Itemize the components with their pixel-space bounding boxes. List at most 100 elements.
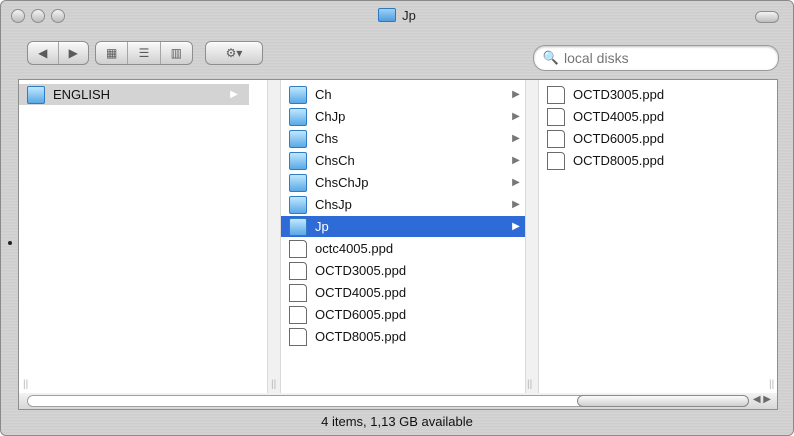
item-label: ChJp <box>315 109 346 124</box>
folder-icon <box>27 85 45 104</box>
folder-icon <box>289 85 307 104</box>
folder-item[interactable]: ChsJp ▶ <box>281 194 531 215</box>
column-divider[interactable] <box>267 80 281 394</box>
search-icon: 🔍 <box>542 50 560 65</box>
folder-item[interactable]: Jp ▶ <box>281 216 531 237</box>
disclosure-triangle-icon: ▶ <box>512 89 520 100</box>
folder-item[interactable]: ChJp ▶ <box>281 106 531 127</box>
file-item[interactable]: OCTD8005.ppd <box>281 326 531 347</box>
document-icon <box>289 305 307 324</box>
forward-button[interactable]: ▶ <box>59 42 89 64</box>
scroll-thumb[interactable] <box>577 395 749 407</box>
disclosure-triangle-icon: ▶ <box>512 177 520 188</box>
column-resize-handle[interactable]: || <box>769 379 774 390</box>
action-menu-button[interactable]: ⚙▾ <box>205 41 263 65</box>
scroll-arrows[interactable]: ◀ ▶ <box>753 394 771 405</box>
column-divider[interactable] <box>525 80 539 394</box>
item-label: ChsCh <box>315 153 355 168</box>
disclosure-triangle-icon: ▶ <box>512 221 520 232</box>
folder-icon <box>289 195 307 214</box>
folder-icon <box>289 217 307 236</box>
forward-arrow-icon: ▶ <box>68 46 78 60</box>
document-icon <box>547 129 565 148</box>
item-label: OCTD6005.ppd <box>573 131 665 146</box>
item-label: OCTD3005.ppd <box>573 87 665 102</box>
column-resize-handle[interactable]: || <box>23 379 28 390</box>
item-label: ChsJp <box>315 197 352 212</box>
list-icon: ☰ <box>138 46 150 60</box>
disclosure-triangle-icon: ▶ <box>230 89 238 100</box>
folder-item[interactable]: ChsChJp ▶ <box>281 172 531 193</box>
item-label: OCTD6005.ppd <box>315 307 407 322</box>
file-item[interactable]: OCTD4005.ppd <box>281 282 531 303</box>
document-icon <box>547 151 565 170</box>
folder-icon <box>289 151 307 170</box>
finder-window: Jp ◀ ▶ ▦ ☰ ▥ ⚙▾ 🔍 ENGLISH▶ Ch▶ChJp▶Chs▶C… <box>0 0 794 436</box>
item-label: ChsChJp <box>315 175 369 190</box>
icon-view-button[interactable]: ▦ <box>96 42 129 64</box>
disclosure-triangle-icon: ▶ <box>512 133 520 144</box>
document-icon <box>547 107 565 126</box>
folder-item[interactable]: ChsCh ▶ <box>281 150 531 171</box>
view-buttons: ▦ ☰ ▥ <box>95 41 193 65</box>
columns-icon: ▥ <box>170 46 182 60</box>
status-bar: 4 items, 1,13 GB available <box>1 409 793 435</box>
file-item[interactable]: octc4005.ppd <box>281 238 531 259</box>
column-resize-handle[interactable]: || <box>271 379 276 390</box>
document-icon <box>289 283 307 302</box>
item-label: Jp <box>315 219 329 234</box>
window-title: Jp <box>1 8 793 23</box>
column-3: OCTD3005.ppd OCTD4005.ppd OCTD6005.ppd OCTD… <box>539 80 777 394</box>
grid-icon: ▦ <box>105 46 118 60</box>
search-input[interactable] <box>562 49 766 67</box>
file-item[interactable]: OCTD4005.ppd <box>539 106 777 127</box>
folder-item[interactable]: Ch ▶ <box>281 84 531 105</box>
search-field[interactable]: 🔍 <box>533 45 779 71</box>
file-item[interactable]: OCTD6005.ppd <box>539 128 777 149</box>
document-icon <box>547 85 565 104</box>
disclosure-triangle-icon: ▶ <box>512 199 520 210</box>
folder-icon <box>289 129 307 148</box>
column-2: Ch ▶ ChJp ▶ Chs ▶ ChsCh ▶ ChsChJp ▶ ChsJp ▶ Jp ▶ octc4… <box>281 80 531 394</box>
folder-item[interactable]: Chs ▶ <box>281 128 531 149</box>
column-1: ENGLISH ▶ <box>19 80 249 394</box>
item-label: OCTD3005.ppd <box>315 263 407 278</box>
title-bar: Jp <box>1 1 793 31</box>
item-label: octc4005.ppd <box>315 241 394 256</box>
toolbar-toggle-button[interactable] <box>755 11 779 23</box>
item-label: Chs <box>315 131 339 146</box>
disclosure-triangle-icon: ▶ <box>512 111 520 122</box>
item-label: Ch <box>315 87 332 102</box>
folder-icon <box>289 107 307 126</box>
file-item[interactable]: OCTD3005.ppd <box>539 84 777 105</box>
column-browser: ENGLISH ▶ Ch ▶ ChJp ▶ Chs ▶ ChsCh ▶ ChsChJp ▶ ChsJp… <box>18 79 778 395</box>
horizontal-scrollbar[interactable]: ◀ ▶ <box>18 393 778 410</box>
navigation-buttons: ◀ ▶ <box>27 41 89 65</box>
item-label: OCTD4005.ppd <box>573 109 665 124</box>
folder-icon <box>289 173 307 192</box>
column-resize-handle[interactable]: || <box>527 379 532 390</box>
window-title-text: Jp <box>402 8 416 23</box>
item-label: OCTD4005.ppd <box>315 285 407 300</box>
folder-item[interactable]: ENGLISH ▶ <box>19 84 249 105</box>
action-button[interactable]: ⚙▾ <box>206 42 262 64</box>
status-text: 4 items, 1,13 GB available <box>321 414 473 429</box>
document-icon <box>289 239 307 258</box>
back-button[interactable]: ◀ <box>28 42 59 64</box>
disclosure-triangle-icon: ▶ <box>512 155 520 166</box>
file-item[interactable]: OCTD6005.ppd <box>281 304 531 325</box>
item-label: OCTD8005.ppd <box>573 153 665 168</box>
item-label: ENGLISH <box>53 87 111 102</box>
column-view-button[interactable]: ▥ <box>161 42 192 64</box>
item-label: OCTD8005.ppd <box>315 329 407 344</box>
back-arrow-icon: ◀ <box>38 46 48 60</box>
toolbar: ◀ ▶ ▦ ☰ ▥ ⚙▾ 🔍 <box>1 31 793 79</box>
file-item[interactable]: OCTD8005.ppd <box>539 150 777 171</box>
document-icon <box>289 261 307 280</box>
window-resize-nub <box>8 241 12 245</box>
folder-icon <box>378 8 397 22</box>
document-icon <box>289 327 307 346</box>
gear-icon: ⚙▾ <box>225 46 243 60</box>
list-view-button[interactable]: ☰ <box>128 42 161 64</box>
file-item[interactable]: OCTD3005.ppd <box>281 260 531 281</box>
